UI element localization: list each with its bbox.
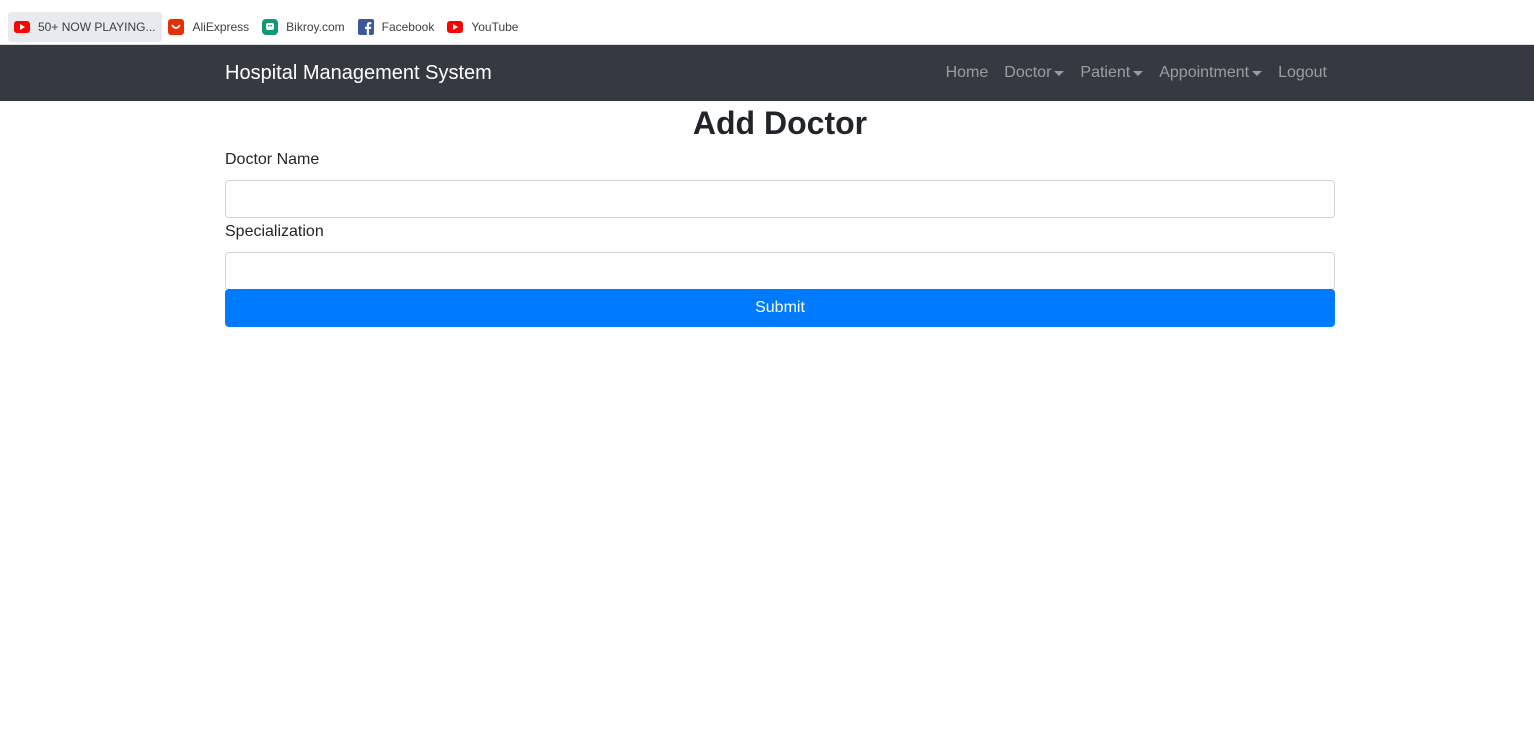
caret-down-icon	[1252, 70, 1263, 76]
bookmark-label: AliExpress	[192, 20, 250, 34]
nav-item-label: Patient	[1080, 64, 1131, 81]
bookmark-now-playing[interactable]: 50+ NOW PLAYING...	[8, 12, 163, 42]
bookmark-label: Facebook	[381, 20, 435, 34]
nav-item-home[interactable]: Home	[938, 64, 997, 82]
doctor-name-input[interactable]	[225, 180, 1335, 218]
nav-item-logout[interactable]: Logout	[1270, 64, 1335, 82]
bookmarks-list: 50+ NOW PLAYING... AliExpress Bikroy.com…	[8, 12, 525, 42]
navbar-menu: Home Doctor Patient Appointment Logout	[938, 45, 1335, 101]
nav-item-label: Appointment	[1159, 64, 1250, 81]
navbar-brand[interactable]: Hospital Management System	[225, 62, 492, 85]
top-navbar: Hospital Management System Home Doctor P…	[0, 45, 1534, 101]
specialization-input[interactable]	[225, 252, 1335, 290]
caret-down-icon	[1133, 70, 1144, 76]
aliexpress-icon	[168, 19, 185, 35]
page-title: Add Doctor	[692, 105, 868, 141]
specialization-label: Specialization	[225, 223, 324, 240]
youtube-icon	[14, 19, 30, 35]
bookmark-bikroy[interactable]: Bikroy.com	[256, 12, 351, 42]
doctor-name-label: Doctor Name	[225, 151, 320, 168]
submit-button[interactable]: Submit	[225, 289, 1335, 327]
bookmark-label: YouTube	[471, 20, 519, 34]
nav-item-label: Logout	[1278, 64, 1327, 81]
bookmark-facebook[interactable]: Facebook	[352, 12, 442, 42]
caret-down-icon	[1054, 70, 1065, 76]
nav-item-appointment[interactable]: Appointment	[1151, 64, 1270, 82]
youtube-icon	[447, 19, 464, 35]
nav-item-patient[interactable]: Patient	[1072, 64, 1151, 82]
bookmark-label: Bikroy.com	[286, 20, 345, 34]
nav-item-label: Home	[945, 64, 989, 81]
nav-item-label: Doctor	[1004, 64, 1052, 81]
facebook-icon	[357, 19, 374, 35]
bookmark-label: 50+ NOW PLAYING...	[38, 20, 156, 34]
bookmark-aliexpress[interactable]: AliExpress	[162, 12, 256, 42]
bookmarks-bar: 50+ NOW PLAYING... AliExpress Bikroy.com…	[0, 0, 1534, 45]
add-doctor-form: Add Doctor Doctor Name Specialization Su…	[225, 101, 1335, 327]
nav-item-doctor[interactable]: Doctor	[996, 64, 1072, 82]
bikroy-icon	[262, 19, 279, 35]
bookmark-youtube[interactable]: YouTube	[441, 12, 525, 42]
